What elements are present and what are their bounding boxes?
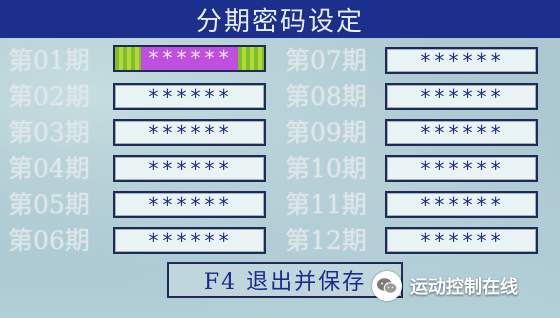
field-edge-left xyxy=(115,47,141,70)
period-label-01: 第01期 xyxy=(8,46,90,75)
period-password-field-06[interactable]: ****** xyxy=(113,227,266,254)
period-label-11: 第11期 xyxy=(285,190,367,219)
period-password-field-05[interactable]: ****** xyxy=(113,191,266,218)
period-label-06: 第06期 xyxy=(8,226,90,255)
period-password-field-09[interactable]: ****** xyxy=(385,119,538,146)
period-label-08: 第08期 xyxy=(285,82,367,111)
watermark-text: 运动控制在线 xyxy=(410,277,518,298)
period-password-field-12[interactable]: ****** xyxy=(385,227,538,254)
period-password-value-01: ****** xyxy=(141,47,238,70)
exit-save-button-label: F4 退出并保存 xyxy=(203,270,367,295)
period-password-field-10[interactable]: ****** xyxy=(385,155,538,182)
period-label-09: 第09期 xyxy=(285,118,367,147)
period-label-07: 第07期 xyxy=(285,46,367,75)
wechat-icon xyxy=(372,271,402,301)
period-label-03: 第03期 xyxy=(8,118,90,147)
period-label-12: 第12期 xyxy=(285,226,367,255)
exit-save-button[interactable]: F4 退出并保存 xyxy=(167,262,403,298)
period-password-field-03[interactable]: ****** xyxy=(113,119,266,146)
period-password-field-02[interactable]: ****** xyxy=(113,83,266,110)
field-edge-right xyxy=(238,47,264,70)
period-password-field-07[interactable]: ****** xyxy=(385,47,538,74)
page-title-bar: 分期密码设定 xyxy=(0,0,560,38)
page-title: 分期密码设定 xyxy=(195,6,364,37)
period-label-10: 第10期 xyxy=(285,154,367,183)
watermark: 运动控制在线 xyxy=(372,270,518,302)
period-password-field-08[interactable]: ****** xyxy=(385,83,538,110)
period-password-field-11[interactable]: ****** xyxy=(385,191,538,218)
period-label-02: 第02期 xyxy=(8,82,90,111)
period-label-05: 第05期 xyxy=(8,190,90,219)
period-password-field-01[interactable]: ****** xyxy=(113,45,266,72)
period-password-field-04[interactable]: ****** xyxy=(113,155,266,182)
period-label-04: 第04期 xyxy=(8,154,90,183)
